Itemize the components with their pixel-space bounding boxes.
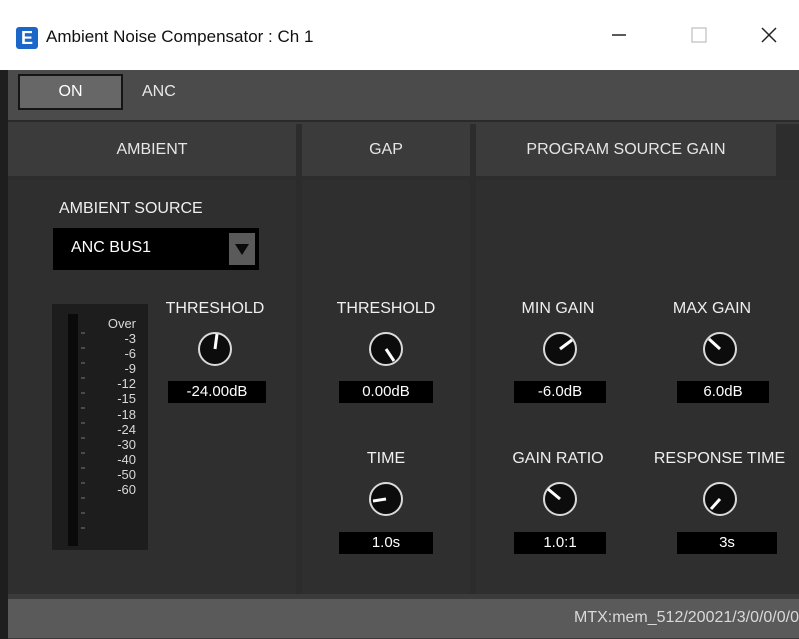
gap-section-body: THRESHOLD 0.00dB TIME 1.0s [302, 180, 470, 594]
close-icon [761, 27, 777, 43]
meter-scale-label: -15 [117, 391, 136, 407]
dropdown-arrow[interactable] [229, 233, 255, 265]
knob-dial [198, 332, 232, 366]
meter-scale-label: -18 [117, 406, 136, 422]
meter-scale-label: Over [107, 316, 136, 331]
close-button[interactable] [746, 18, 792, 54]
meter-scale-label: -50 [117, 466, 136, 482]
response-time-knob[interactable] [699, 476, 741, 518]
program-source-gain-section: PROGRAM SOURCE GAIN MIN GAIN -6.0dB MAX … [476, 124, 799, 594]
max-gain-knob[interactable] [699, 326, 741, 368]
toolbar: ON ANC [8, 70, 799, 122]
level-meter: Over -3 -6 -9 -12 -15 -18 -24 -30 -40 -5 [52, 304, 148, 550]
program-section-body: MIN GAIN -6.0dB MAX GAIN 6.0dB GAIN RATI… [476, 180, 799, 594]
maximize-icon [691, 27, 707, 43]
meter-tick-marks [81, 332, 85, 529]
meter-scale-label: -6 [124, 346, 136, 362]
meter-scale-label: -60 [117, 482, 136, 498]
gap-threshold-knob[interactable] [365, 326, 407, 368]
gap-threshold-label: THRESHOLD [336, 300, 436, 317]
meter-scale-label: -12 [117, 376, 136, 392]
window-content: ON ANC AMBIENT AMBIENT SOURCE ANC BUS1 O… [0, 70, 799, 639]
knob-dial [543, 332, 577, 366]
gain-ratio-value[interactable]: 1.0:1 [514, 532, 606, 554]
minimize-icon [612, 34, 626, 36]
gap-time-label: TIME [366, 450, 406, 467]
window-title: Ambient Noise Compensator : Ch 1 [46, 27, 314, 46]
anc-label: ANC [142, 83, 176, 100]
max-gain-label: MAX GAIN [672, 300, 752, 317]
on-toggle-button[interactable]: ON [18, 74, 123, 110]
meter-scale-label: -30 [117, 436, 136, 452]
ambient-source-value: ANC BUS1 [71, 239, 152, 256]
response-time-value[interactable]: 3s [677, 532, 777, 554]
ambient-section: AMBIENT AMBIENT SOURCE ANC BUS1 Over -3 … [8, 124, 296, 594]
max-gain-value[interactable]: 6.0dB [677, 381, 769, 403]
gain-ratio-knob[interactable] [539, 476, 581, 518]
program-section-title: PROGRAM SOURCE GAIN [476, 124, 776, 176]
meter-scale-label: -3 [124, 331, 136, 347]
knob-dial [703, 482, 737, 516]
app-logo-icon: E [16, 27, 38, 49]
gap-time-value[interactable]: 1.0s [339, 532, 433, 554]
min-gain-label: MIN GAIN [521, 300, 595, 317]
minimize-button[interactable] [596, 18, 642, 54]
main-panel: AMBIENT AMBIENT SOURCE ANC BUS1 Over -3 … [8, 124, 799, 594]
ambient-source-label: AMBIENT SOURCE [59, 200, 203, 217]
knob-dial [369, 332, 403, 366]
ambient-threshold-knob[interactable] [194, 326, 236, 368]
chevron-down-icon [235, 244, 249, 255]
status-bar: MTX:mem_512/20021/3/0/0/0/0 [8, 599, 799, 638]
title-bar: E Ambient Noise Compensator : Ch 1 [0, 0, 799, 70]
ambient-section-body: AMBIENT SOURCE ANC BUS1 Over -3 -6 -9 -1… [8, 180, 296, 594]
meter-scale-label: -9 [124, 361, 136, 377]
min-gain-knob[interactable] [539, 326, 581, 368]
knob-dial [369, 482, 403, 516]
gain-ratio-label: GAIN RATIO [512, 450, 604, 467]
gap-time-knob[interactable] [365, 476, 407, 518]
editor-frame: ON ANC AMBIENT AMBIENT SOURCE ANC BUS1 O… [8, 70, 799, 639]
knob-dial [543, 482, 577, 516]
meter-scale-label: -24 [117, 421, 136, 437]
gap-section: GAP THRESHOLD 0.00dB TIME 1.0s [302, 124, 470, 594]
meter-scale-label: -40 [117, 451, 136, 467]
status-text: MTX:mem_512/20021/3/0/0/0/0 [573, 609, 799, 626]
maximize-button[interactable] [676, 18, 722, 54]
ambient-source-dropdown[interactable]: ANC BUS1 [53, 228, 259, 270]
gap-threshold-value[interactable]: 0.00dB [339, 381, 433, 403]
gap-section-title: GAP [302, 124, 470, 176]
response-time-label: RESPONSE TIME [653, 450, 786, 467]
app-window: E Ambient Noise Compensator : Ch 1 ON AN… [0, 0, 799, 639]
ambient-section-title: AMBIENT [8, 124, 296, 176]
knob-dial [703, 332, 737, 366]
ambient-threshold-label: THRESHOLD [165, 300, 265, 317]
ambient-threshold-value[interactable]: -24.00dB [168, 381, 266, 403]
meter-scale: Over -3 -6 -9 -12 -15 -18 -24 -30 -40 -5 [108, 316, 136, 497]
meter-bar [68, 314, 78, 546]
min-gain-value[interactable]: -6.0dB [514, 381, 606, 403]
